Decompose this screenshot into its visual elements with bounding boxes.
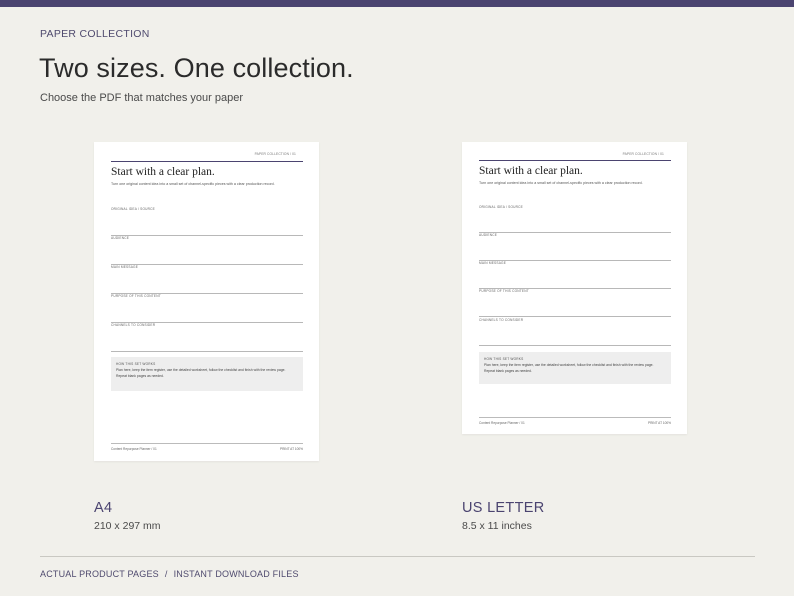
how-it-works-text: Plan here, keep the item register, use t… [484, 363, 665, 374]
field-label: ORIGINAL IDEA / SOURCE [479, 205, 523, 209]
how-it-works-box: HOW THIS SET WORKS Plan here, keep the i… [479, 352, 671, 384]
field-label: MAIN MESSAGE [479, 261, 507, 265]
sheet-footer-left: Content Repurpose Planner / 01 [111, 447, 157, 451]
sheet-footer-rule [111, 443, 303, 444]
sheet-field: ORIGINAL IDEA / SOURCE [111, 207, 303, 236]
sheet-field: MAIN MESSAGE [111, 265, 303, 294]
how-it-works-line: Repeat blank pages as needed. [484, 368, 532, 373]
sheet-title: Start with a clear plan. [479, 165, 583, 177]
sheet-footer-right: PRINT AT 100% [647, 421, 671, 425]
how-it-works-text: Plan here, keep the item register, use t… [116, 368, 297, 379]
sheet-field: AUDIENCE [111, 236, 303, 265]
how-it-works-line: Repeat blank pages as needed. [116, 373, 164, 378]
sheet-field: ORIGINAL IDEA / SOURCE [479, 205, 671, 233]
sheet-field: AUDIENCE [479, 233, 671, 261]
field-label: MAIN MESSAGE [111, 265, 139, 269]
footer-separator: / [164, 569, 168, 579]
how-it-works-title: HOW THIS SET WORKS [484, 357, 524, 361]
sheet-header-rule [479, 160, 671, 161]
sheet-field: PURPOSE OF THIS CONTENT [111, 294, 303, 323]
page-title: Two sizes. One collection. [39, 53, 354, 83]
sheet-title: Start with a clear plan. [111, 166, 215, 178]
sheet-header-rule [111, 161, 303, 162]
how-it-works-line: Plan here, keep the item register, use t… [484, 363, 654, 367]
page-subtitle: Choose the PDF that matches your paper [40, 92, 243, 104]
field-label: CHANNELS TO CONSIDER [479, 318, 524, 322]
footer-divider [40, 556, 755, 557]
size-dims-a4: 210 x 297 mm [94, 520, 161, 532]
field-label: PURPOSE OF THIS CONTENT [479, 289, 529, 293]
how-it-works-title: HOW THIS SET WORKS [116, 362, 156, 366]
sheet-intro: Turn one original content idea into a sm… [111, 182, 275, 186]
sheet-field: CHANNELS TO CONSIDER [479, 318, 671, 346]
field-label: PURPOSE OF THIS CONTENT [111, 294, 161, 298]
field-label: AUDIENCE [111, 236, 130, 240]
size-name-us-letter: US LETTER [462, 500, 545, 516]
field-label: ORIGINAL IDEA / SOURCE [111, 207, 155, 211]
size-name-a4: A4 [94, 500, 113, 516]
sheet-collection-label: PAPER COLLECTION / 01 [622, 152, 664, 156]
sheet-collection-label: PAPER COLLECTION / 01 [254, 152, 296, 156]
field-label: AUDIENCE [479, 233, 498, 237]
footer-right-label: INSTANT DOWNLOAD FILES [173, 569, 299, 579]
us-letter-page-preview: PAPER COLLECTION / 01 Start with a clear… [462, 142, 687, 434]
sheet-intro: Turn one original content idea into a sm… [479, 181, 643, 185]
sheet-footer-right: PRINT AT 100% [279, 447, 303, 451]
size-dims-us-letter: 8.5 x 11 inches [462, 520, 532, 532]
how-it-works-box: HOW THIS SET WORKS Plan here, keep the i… [111, 357, 303, 391]
how-it-works-line: Plan here, keep the item register, use t… [116, 368, 286, 372]
a4-page-preview: PAPER COLLECTION / 01 Start with a clear… [94, 142, 319, 461]
top-accent-bar [0, 0, 794, 7]
field-label: CHANNELS TO CONSIDER [111, 323, 156, 327]
sheet-field: MAIN MESSAGE [479, 261, 671, 289]
footer: ACTUAL PRODUCT PAGES / INSTANT DOWNLOAD FI… [40, 569, 299, 579]
footer-left-label: ACTUAL PRODUCT PAGES [40, 569, 159, 579]
sheet-footer-rule [479, 417, 671, 418]
sheet-field: PURPOSE OF THIS CONTENT [479, 289, 671, 317]
sheet-footer-left: Content Repurpose Planner / 01 [479, 421, 525, 425]
eyebrow-label: PAPER COLLECTION [40, 28, 150, 40]
sheet-field: CHANNELS TO CONSIDER [111, 323, 303, 352]
